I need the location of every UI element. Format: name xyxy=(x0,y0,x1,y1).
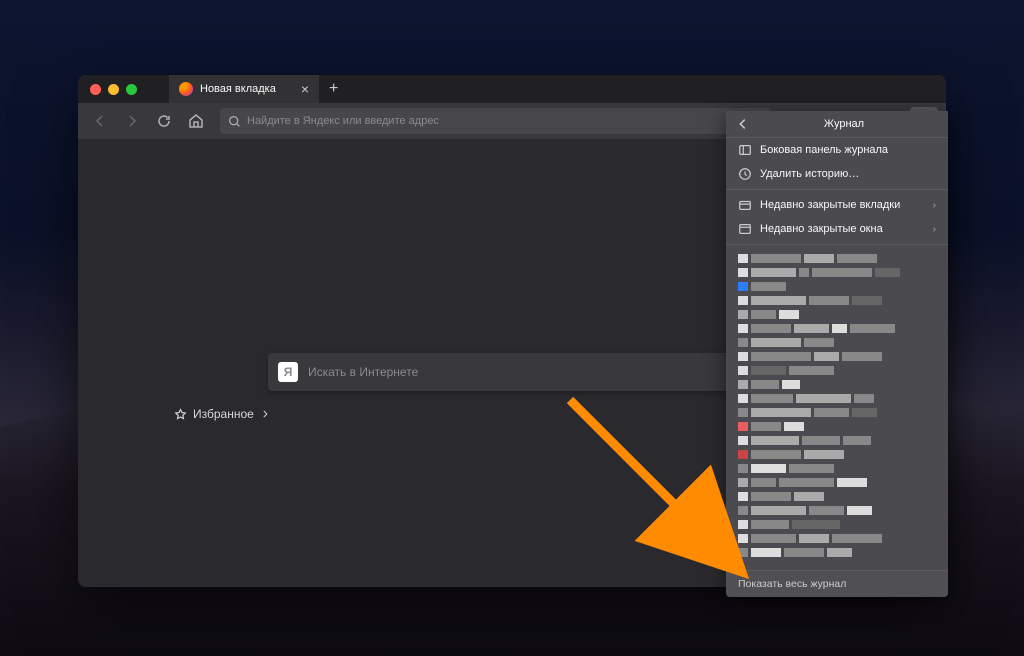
recent-windows-item[interactable]: Недавно закрытые окна › xyxy=(726,217,948,241)
recent-tabs-item[interactable]: Недавно закрытые вкладки › xyxy=(726,193,948,217)
home-button[interactable] xyxy=(182,107,210,135)
history-icon xyxy=(738,167,752,181)
chevron-right-icon xyxy=(260,409,270,419)
reload-button[interactable] xyxy=(150,107,178,135)
favorites-section[interactable]: Избранное xyxy=(174,407,270,421)
forward-button[interactable] xyxy=(118,107,146,135)
back-button[interactable] xyxy=(86,107,114,135)
url-bar[interactable]: Найдите в Яндекс или введите адрес xyxy=(220,108,772,134)
firefox-icon xyxy=(179,82,193,96)
minimize-window-button[interactable] xyxy=(108,84,119,95)
chevron-right-icon: › xyxy=(933,200,936,211)
sidebar-icon xyxy=(738,143,752,157)
close-window-button[interactable] xyxy=(90,84,101,95)
maximize-window-button[interactable] xyxy=(126,84,137,95)
yandex-icon: Я xyxy=(278,362,298,382)
url-placeholder: Найдите в Яндекс или введите адрес xyxy=(247,115,439,127)
history-sidebar-item[interactable]: Боковая панель журнала xyxy=(726,138,948,162)
window-controls xyxy=(78,84,149,95)
close-tab-button[interactable]: × xyxy=(301,81,309,97)
window-icon xyxy=(738,222,752,236)
browser-window: Новая вкладка × + Найдите в Яндекс или в… xyxy=(78,75,946,587)
tabs-icon xyxy=(738,198,752,212)
star-icon xyxy=(174,408,187,421)
search-placeholder: Искать в Интернете xyxy=(308,365,418,379)
history-panel: Журнал Боковая панель журнала Удалить ис… xyxy=(726,111,948,597)
panel-back-button[interactable] xyxy=(736,117,750,131)
tab-bar: Новая вкладка × + xyxy=(78,75,946,103)
panel-header: Журнал xyxy=(726,111,948,138)
chevron-right-icon: › xyxy=(933,224,936,235)
favorites-label: Избранное xyxy=(193,407,254,421)
search-box[interactable]: Я Искать в Интернете xyxy=(268,353,756,391)
show-all-history-button[interactable]: Показать весь журнал xyxy=(726,570,948,597)
search-icon xyxy=(228,115,241,128)
clear-history-item[interactable]: Удалить историю… xyxy=(726,162,948,186)
history-list xyxy=(726,248,948,570)
browser-tab[interactable]: Новая вкладка × xyxy=(169,75,319,103)
panel-title: Журнал xyxy=(750,118,938,130)
tab-title: Новая вкладка xyxy=(200,83,276,95)
new-tab-button[interactable]: + xyxy=(319,80,348,98)
